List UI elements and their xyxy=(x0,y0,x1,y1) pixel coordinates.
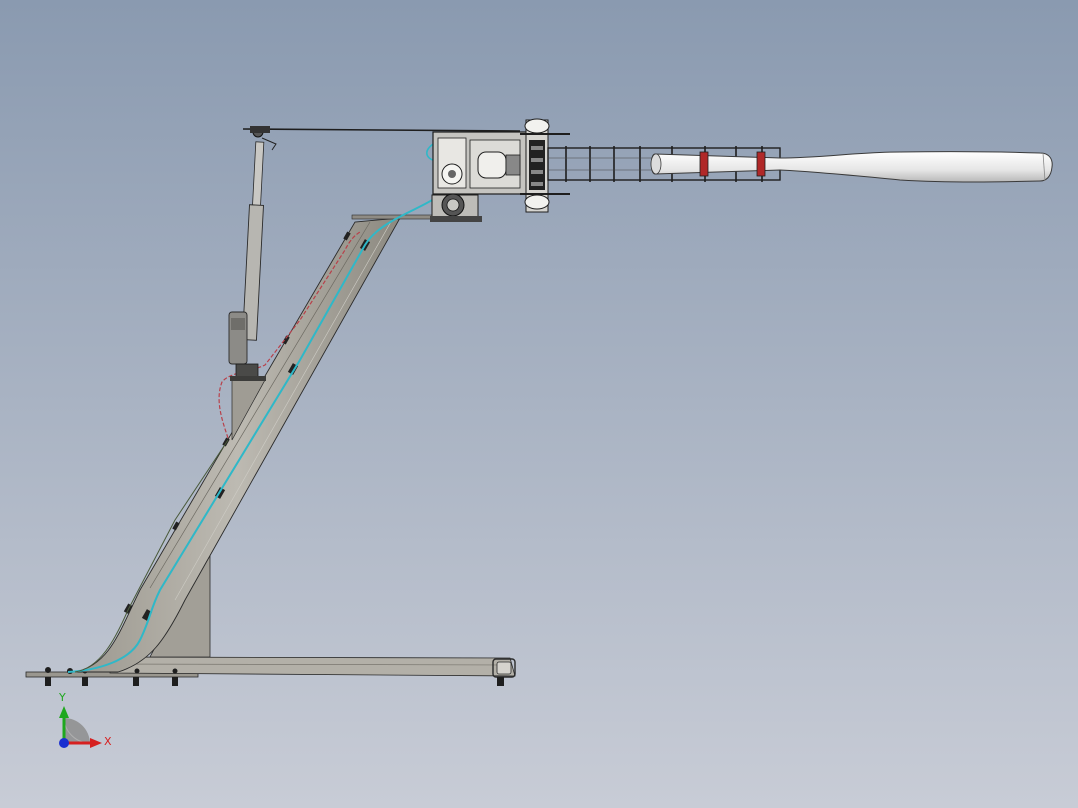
y-axis-label: Y xyxy=(58,691,66,704)
actuator-mount xyxy=(235,363,259,379)
x-axis-label: X xyxy=(104,735,112,748)
bat-band-2 xyxy=(756,151,766,177)
mast-top-plate xyxy=(351,214,433,220)
head-coupling xyxy=(477,151,507,179)
pulley-block xyxy=(430,193,482,222)
bat-band-1 xyxy=(699,151,709,177)
base-beam xyxy=(109,656,516,677)
cad-viewport[interactable]: Y X xyxy=(0,0,1078,808)
z-axis-dot xyxy=(59,738,69,748)
roller-stack xyxy=(524,118,550,213)
